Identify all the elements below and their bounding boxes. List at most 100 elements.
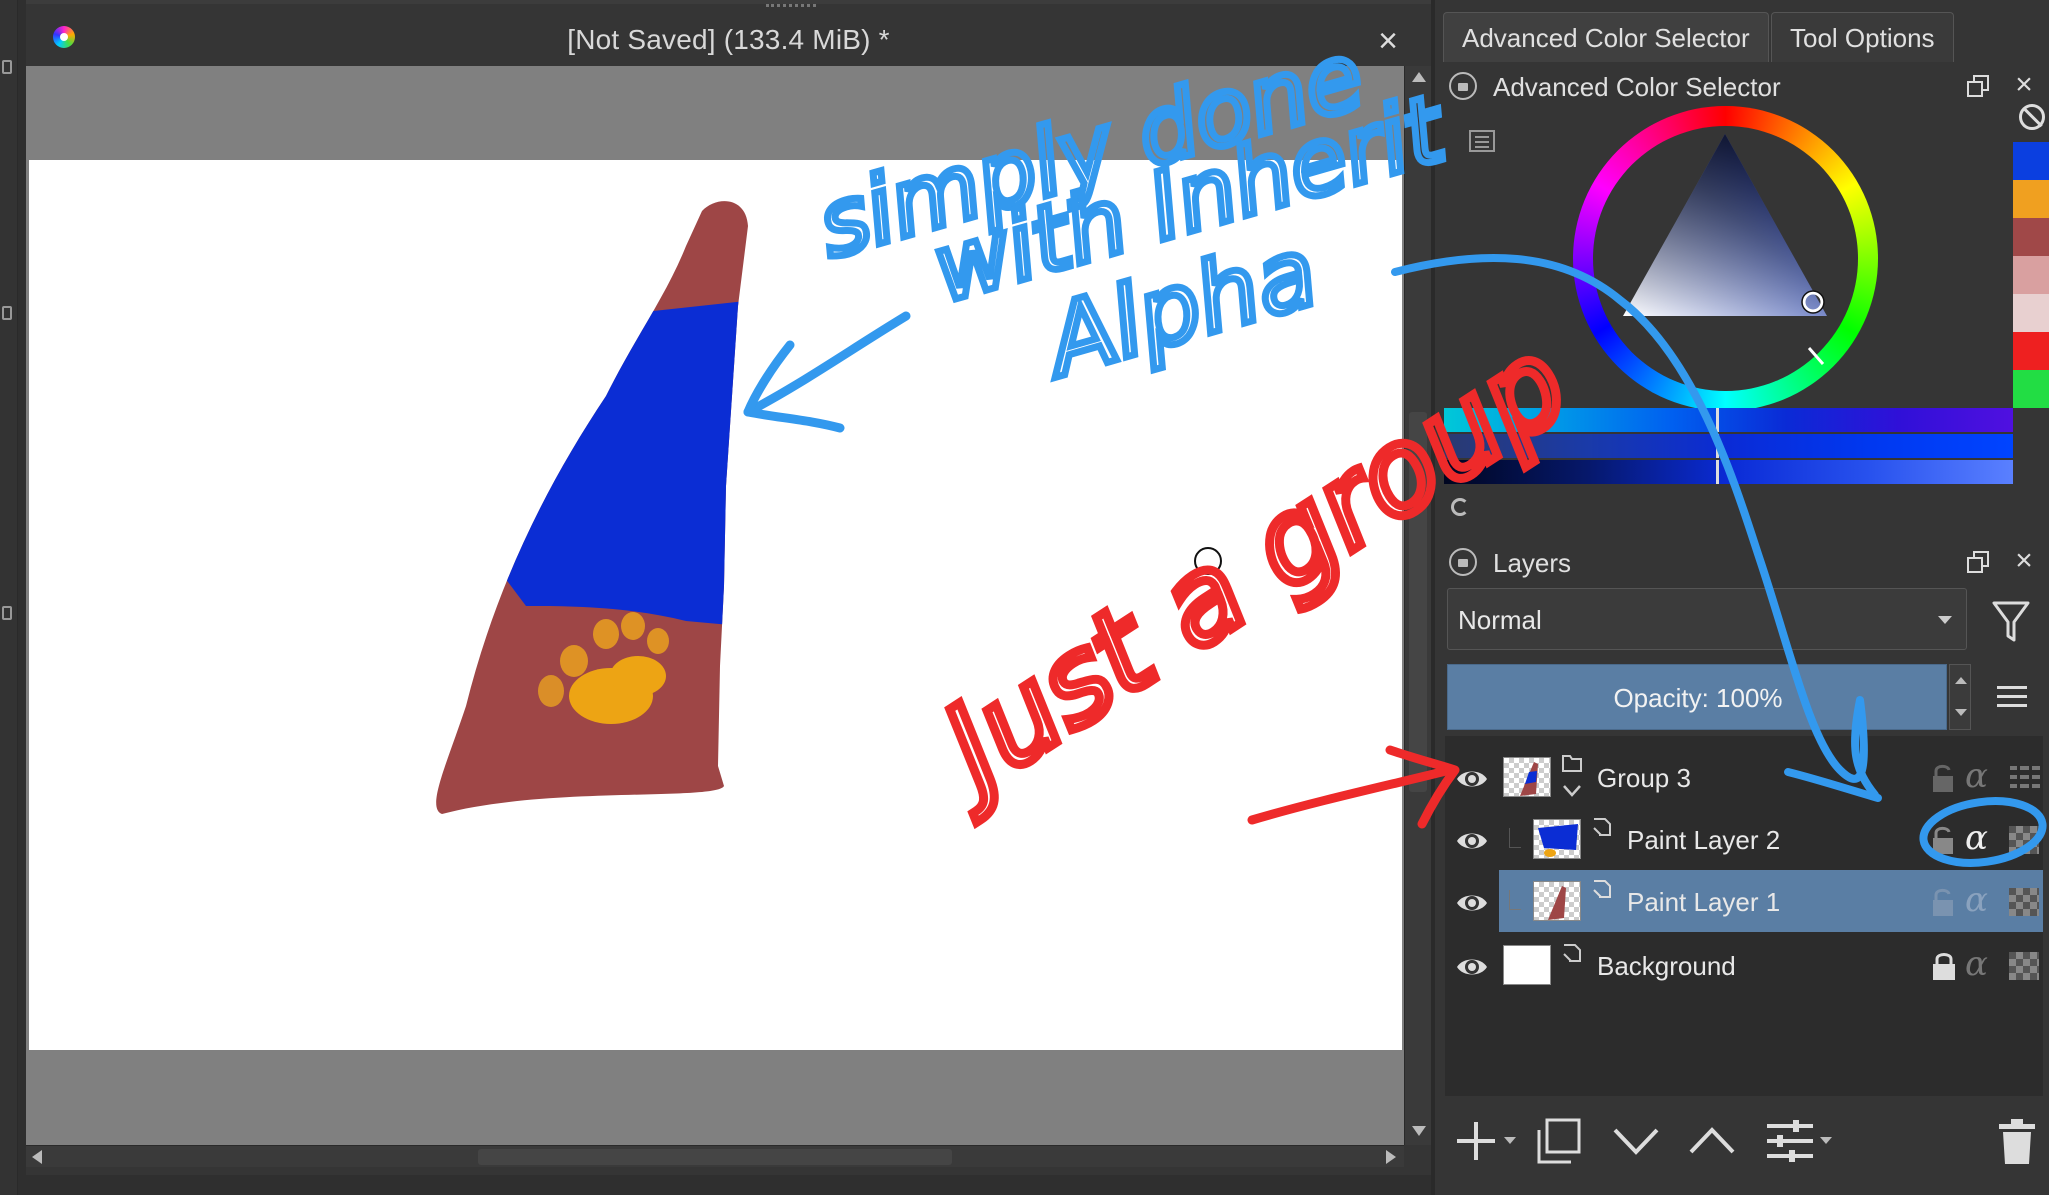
swatch[interactable] bbox=[2013, 142, 2049, 180]
advanced-color-selector-panel: Advanced Color Selector × bbox=[1435, 62, 2049, 532]
opacity-label: Opacity: 100% bbox=[1613, 683, 1783, 713]
layer-row-paint-layer-2[interactable]: Paint Layer 2 α bbox=[1445, 808, 2043, 870]
horizontal-scrollbar[interactable] bbox=[26, 1145, 1404, 1167]
color-selector-header: Advanced Color Selector × bbox=[1435, 62, 2049, 110]
alpha-lock-icon[interactable] bbox=[2009, 888, 2039, 916]
horizontal-scroll-thumb[interactable] bbox=[478, 1149, 952, 1165]
chevron-down-icon[interactable] bbox=[1503, 1136, 1517, 1146]
visibility-eye-icon[interactable] bbox=[1455, 886, 1489, 920]
layer-row-paint-layer-1[interactable]: Paint Layer 1 α bbox=[1445, 870, 2043, 932]
inherit-alpha-icon[interactable]: α bbox=[1965, 944, 2005, 984]
scroll-down-icon[interactable] bbox=[1412, 1126, 1426, 1136]
swatch[interactable] bbox=[2013, 370, 2049, 408]
saturation-value-triangle[interactable] bbox=[1573, 106, 1878, 411]
layer-properties-icon[interactable] bbox=[1765, 1118, 1815, 1164]
paw-pad-shape bbox=[610, 656, 666, 696]
add-layer-icon[interactable] bbox=[1453, 1118, 1499, 1164]
pass-through-icon[interactable] bbox=[2009, 764, 2041, 790]
layers-title: Layers bbox=[1493, 548, 1572, 578]
close-panel-icon[interactable]: × bbox=[2009, 546, 2039, 576]
swatch[interactable] bbox=[2013, 294, 2049, 332]
opacity-slider[interactable]: Opacity: 100% bbox=[1447, 664, 1947, 730]
tab-tool-options[interactable]: Tool Options bbox=[1771, 12, 1954, 62]
paint-layer-icon bbox=[1563, 944, 1581, 962]
toolbox-handle[interactable] bbox=[2, 306, 12, 320]
opacity-spinner[interactable] bbox=[1949, 664, 1971, 730]
scroll-up-icon[interactable] bbox=[1412, 72, 1426, 82]
document-title-bar: [Not Saved] (133.4 MiB) * × bbox=[26, 0, 1431, 66]
panel-lock-icon[interactable] bbox=[1449, 72, 1477, 100]
chevron-down-icon[interactable] bbox=[1955, 709, 1967, 716]
inherit-alpha-icon[interactable]: α bbox=[1965, 756, 2005, 796]
move-layer-down-icon[interactable] bbox=[1611, 1118, 1661, 1164]
alpha-lock-icon[interactable] bbox=[2009, 952, 2039, 980]
hamburger-menu-icon[interactable] bbox=[1995, 684, 2029, 710]
clear-color-icon[interactable] bbox=[2019, 104, 2045, 130]
canvas-area[interactable] bbox=[26, 66, 1404, 1145]
brush-cursor-outline bbox=[1194, 547, 1222, 575]
layer-row-background[interactable]: Background α bbox=[1445, 934, 2043, 996]
tab-advanced-color-selector[interactable]: Advanced Color Selector bbox=[1443, 12, 1769, 62]
color-wheel[interactable] bbox=[1573, 106, 1878, 411]
layer-name: Background bbox=[1597, 951, 1736, 981]
color-selector-title: Advanced Color Selector bbox=[1493, 72, 1781, 102]
inherit-alpha-icon[interactable]: α bbox=[1965, 880, 2005, 920]
saturation-slider[interactable] bbox=[1444, 434, 2013, 458]
visibility-eye-icon[interactable] bbox=[1455, 762, 1489, 796]
paw-toe-shape bbox=[621, 612, 645, 640]
folder-icon bbox=[1562, 755, 1582, 772]
layer-thumbnail bbox=[1533, 881, 1581, 921]
drag-grip[interactable] bbox=[766, 4, 816, 10]
scroll-left-icon[interactable] bbox=[32, 1150, 42, 1164]
chevron-down-icon[interactable] bbox=[1819, 1136, 1833, 1146]
vertical-scrollbar[interactable] bbox=[1404, 66, 1431, 1145]
chevron-down-icon bbox=[1938, 616, 1952, 624]
float-panel-icon[interactable] bbox=[1966, 550, 1990, 574]
hue-slider[interactable] bbox=[1444, 408, 2013, 432]
close-document-icon[interactable]: × bbox=[1371, 24, 1405, 58]
layer-thumbnail bbox=[1503, 757, 1551, 797]
unlocked-icon[interactable] bbox=[1929, 886, 1959, 918]
paint-layer-icon bbox=[1593, 880, 1611, 898]
layers-header: Layers × bbox=[1435, 538, 2049, 586]
filter-icon[interactable] bbox=[1991, 600, 2031, 644]
hue-slider-marker[interactable] bbox=[1716, 408, 1719, 432]
chevron-down-icon[interactable] bbox=[1561, 780, 1583, 802]
toolbox-handle[interactable] bbox=[2, 60, 12, 74]
swatch[interactable] bbox=[2013, 332, 2049, 370]
refresh-icon[interactable] bbox=[1451, 498, 1469, 516]
blend-mode-select[interactable]: Normal bbox=[1447, 588, 1967, 650]
layer-row-group-3[interactable]: Group 3 α bbox=[1445, 746, 2043, 808]
inherit-alpha-enabled-icon[interactable]: α bbox=[1965, 818, 2005, 858]
value-slider-marker[interactable] bbox=[1716, 460, 1719, 484]
move-layer-up-icon[interactable] bbox=[1687, 1118, 1737, 1164]
chevron-up-icon[interactable] bbox=[1955, 677, 1967, 684]
dock-tab-bar: Advanced Color Selector Tool Options bbox=[1435, 8, 2049, 62]
panel-lock-icon[interactable] bbox=[1449, 548, 1477, 576]
paw-toe-shape bbox=[560, 645, 588, 677]
toolbox-handle[interactable] bbox=[2, 606, 12, 620]
swatch[interactable] bbox=[2013, 180, 2049, 218]
saturation-slider-marker[interactable] bbox=[1716, 434, 1719, 458]
float-panel-icon[interactable] bbox=[1966, 74, 1990, 98]
locked-icon[interactable] bbox=[1929, 950, 1959, 982]
alpha-lock-icon[interactable] bbox=[2009, 826, 2039, 854]
visibility-eye-icon[interactable] bbox=[1455, 950, 1489, 984]
close-panel-icon[interactable]: × bbox=[2009, 70, 2039, 100]
swatch[interactable] bbox=[2013, 218, 2049, 256]
trash-icon[interactable] bbox=[1997, 1118, 2037, 1166]
scroll-right-icon[interactable] bbox=[1386, 1150, 1396, 1164]
blue-band-shape bbox=[496, 301, 746, 626]
duplicate-layer-icon[interactable] bbox=[1535, 1118, 1583, 1164]
swatch[interactable] bbox=[2013, 256, 2049, 294]
document-title: [Not Saved] (133.4 MiB) * bbox=[567, 24, 890, 55]
selector-settings-icon[interactable] bbox=[1469, 130, 1495, 152]
layer-name: Paint Layer 2 bbox=[1627, 825, 1781, 855]
paw-toe-shape bbox=[593, 619, 619, 649]
vertical-scroll-thumb[interactable] bbox=[1409, 412, 1427, 792]
unlocked-icon[interactable] bbox=[1929, 824, 1959, 856]
unlocked-icon[interactable] bbox=[1929, 762, 1959, 794]
value-slider[interactable] bbox=[1444, 460, 2013, 484]
visibility-eye-icon[interactable] bbox=[1455, 824, 1489, 858]
layer-thumbnail bbox=[1503, 945, 1551, 985]
